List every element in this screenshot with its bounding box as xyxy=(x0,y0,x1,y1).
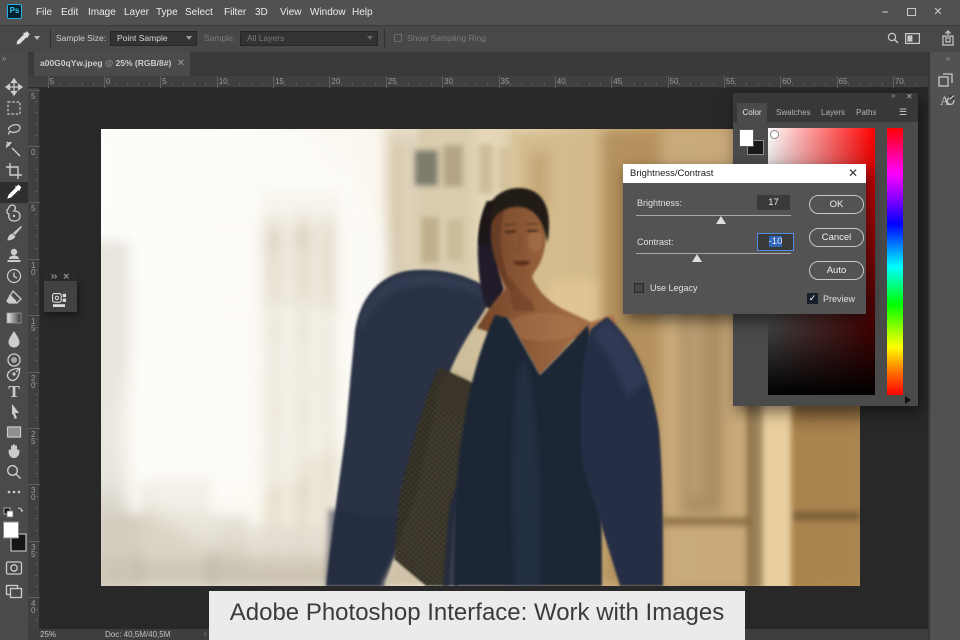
svg-text:A: A xyxy=(940,93,950,108)
svg-text:T: T xyxy=(8,382,20,401)
